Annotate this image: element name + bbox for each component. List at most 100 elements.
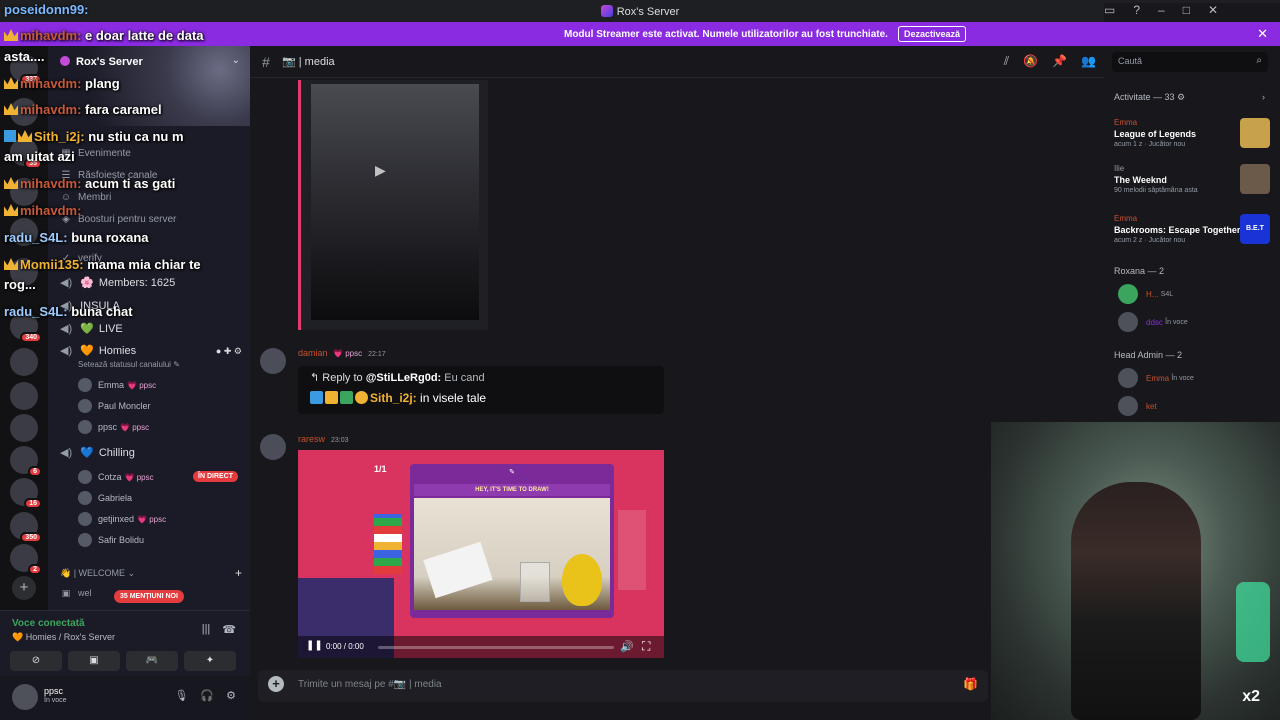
browse-icon: ☰	[61, 170, 71, 181]
server-icon-6[interactable]	[10, 258, 38, 286]
noise-icon[interactable]: |||	[202, 623, 211, 636]
server-icon-14[interactable]: 2	[10, 544, 42, 575]
add-channel-icon[interactable]: +	[235, 566, 242, 580]
members-icon[interactable]: 👥	[1081, 54, 1096, 69]
message-input[interactable]: Trimite un mesaj pe #📷 | media	[298, 679, 442, 690]
category-welcome[interactable]: 👋 | WELCOME ⌄	[60, 568, 135, 579]
member-item[interactable]: ket	[1118, 396, 1157, 416]
avatar[interactable]	[260, 348, 286, 374]
voice-user[interactable]: getjinxed 💗 ppsc	[78, 512, 166, 526]
seek-bar[interactable]	[378, 646, 614, 649]
voice-channel-live[interactable]: ◀) 💚 LIVE	[60, 322, 123, 335]
activity-header[interactable]: Activitate — 33 ⚙	[1114, 92, 1185, 103]
activity-card[interactable]: Emma League of Legends acum 1 z · Jucăto…	[1114, 118, 1270, 158]
reply-embed[interactable]: ↰ Reply to @StiLLeRg0d: Eu cand Sith_i2j…	[298, 366, 664, 414]
gear-icon[interactable]: ⚙	[226, 689, 236, 702]
voice-status[interactable]: Voce conectată	[12, 618, 85, 629]
server-icon-11[interactable]: 6	[10, 446, 42, 477]
channel-actions: ● ✚ ⚙	[216, 346, 242, 357]
speaker-icon: ◀)	[60, 323, 73, 335]
soundboard-button[interactable]: ✦	[184, 651, 236, 671]
members-row[interactable]: ☺ Membri	[60, 192, 111, 203]
message-composer[interactable]: + Trimite un mesaj pe #📷 | media 🎁	[258, 670, 988, 702]
events-row[interactable]: ▦ Evenimente	[60, 148, 131, 159]
gear-icon[interactable]: ⚙	[234, 346, 242, 356]
boosts-row[interactable]: ◈ Boosturi pentru server	[60, 214, 176, 225]
add-member-icon[interactable]: ✚	[224, 346, 232, 356]
channel-status[interactable]: Setează statusul canalului ✎	[78, 360, 180, 369]
camera-off-button[interactable]: ⊘	[10, 651, 62, 671]
microphone-icon[interactable]: 🎙	[174, 689, 188, 702]
fullscreen-icon[interactable]: ⛶	[642, 639, 650, 654]
voice-connection-panel: Voce conectată 🧡 Homies / Rox's Server |…	[0, 610, 250, 676]
user-status: În voce	[44, 697, 67, 704]
video-player[interactable]: 1/1 ✎ HEY, IT'S TIME TO DRAW! ❚❚ 0:00 / …	[298, 450, 664, 658]
avatar	[78, 378, 92, 392]
server-icon-1[interactable]: 337	[10, 54, 42, 85]
play-icon[interactable]: ▶	[375, 162, 386, 179]
new-mentions-pill[interactable]: 35 MENȚIUNI NOI	[114, 590, 184, 603]
flower-icon: 🌸	[80, 277, 94, 289]
header-tools: ⫽ 🔕 📌 👥	[1004, 54, 1096, 69]
server-icon-10[interactable]	[10, 414, 38, 442]
voice-channel-homies[interactable]: ◀) 🧡 Homies	[60, 344, 136, 357]
disconnect-icon[interactable]: ☎	[222, 623, 236, 636]
disable-streamer-button[interactable]: Dezactivează	[897, 26, 966, 42]
notifications-off-icon[interactable]: 🔕	[1023, 54, 1038, 69]
voice-user[interactable]: Cotza 💗 ppsc	[78, 470, 154, 484]
pause-icon[interactable]: ❚❚	[306, 640, 323, 651]
message-author[interactable]: damian 💗 ppsc 22:17	[298, 348, 386, 358]
activity-card[interactable]: Ilie The Weeknd 90 melodii săptămâna ast…	[1114, 164, 1270, 204]
voice-channel-members[interactable]: ◀) 🌸 Members: 1625	[60, 276, 175, 289]
voice-user[interactable]: Gabriela	[78, 491, 132, 505]
chat-icon[interactable]: ●	[216, 346, 221, 356]
voice-user[interactable]: ppsc 💗 ppsc	[78, 420, 149, 434]
browse-channels-row[interactable]: ☰ Răsfoiește canale	[60, 170, 158, 181]
add-attachment-icon[interactable]: +	[268, 676, 284, 692]
mention-badge: 35	[24, 158, 42, 169]
server-icon-2[interactable]	[10, 98, 38, 126]
volume-icon[interactable]: 🔊	[620, 640, 634, 653]
user-panel: ppsc În voce 🎙 🎧 ⚙	[0, 676, 250, 720]
threads-icon[interactable]: ⫽	[1004, 54, 1009, 69]
video-attachment[interactable]: ▶	[298, 80, 488, 330]
server-icon-7[interactable]: 340	[10, 312, 42, 343]
voice-user[interactable]: Paul Moncler	[78, 399, 151, 413]
voice-actions: ||| ☎	[202, 623, 236, 636]
avatar[interactable]	[12, 684, 38, 710]
avatar[interactable]	[260, 434, 286, 460]
members-icon: ☺	[60, 192, 72, 203]
voice-channel-chilling[interactable]: ◀) 💙 Chilling	[60, 446, 135, 459]
add-server-button[interactable]: +	[12, 576, 36, 600]
banner-close-icon[interactable]: ✕	[1257, 26, 1268, 42]
activity-card[interactable]: Emma Backrooms: Escape Together acum 2 z…	[1114, 214, 1270, 254]
voice-user[interactable]: Safir Bolidu	[78, 533, 144, 547]
server-icon-5[interactable]	[10, 218, 38, 246]
gift-icon[interactable]: 🎁	[963, 677, 978, 691]
server-icon-8[interactable]	[10, 348, 38, 376]
activity-button[interactable]: 🎮	[126, 651, 178, 671]
server-icon-13[interactable]: 350	[10, 512, 42, 543]
search-input[interactable]: Caută ⌕	[1112, 52, 1268, 72]
pin-icon[interactable]: 📌	[1052, 54, 1067, 69]
coin-icon	[355, 391, 368, 404]
message-author[interactable]: raresw 23:03	[298, 434, 349, 444]
member-item[interactable]: H... S4L	[1118, 284, 1173, 304]
voice-user[interactable]: Emma 💗 ppsc	[78, 378, 156, 392]
headphones-icon[interactable]: 🎧	[200, 689, 214, 702]
server-icon-9[interactable]	[10, 382, 38, 410]
server-icon-4[interactable]	[10, 178, 38, 206]
screen-share-button[interactable]: ▣	[68, 651, 120, 671]
member-item[interactable]: Emma În voce	[1118, 368, 1194, 388]
member-item[interactable]: ddsc În voce	[1118, 312, 1188, 332]
voice-channel-insula[interactable]: ◀) INSULA	[60, 299, 120, 312]
server-name[interactable]: Rox's Server	[60, 56, 143, 68]
welcome-channel[interactable]: ▣ wel	[60, 588, 92, 599]
chevron-down-icon[interactable]: ⌄	[232, 55, 240, 66]
live-badge: ÎN DIRECT	[193, 471, 238, 482]
server-icon-3[interactable]: 35	[10, 138, 42, 169]
server-icon-12[interactable]: 16	[10, 478, 42, 509]
verify-channel[interactable]: ✓ verify	[60, 253, 102, 264]
avatar	[78, 533, 92, 547]
chevron-right-icon[interactable]: ›	[1262, 92, 1265, 102]
